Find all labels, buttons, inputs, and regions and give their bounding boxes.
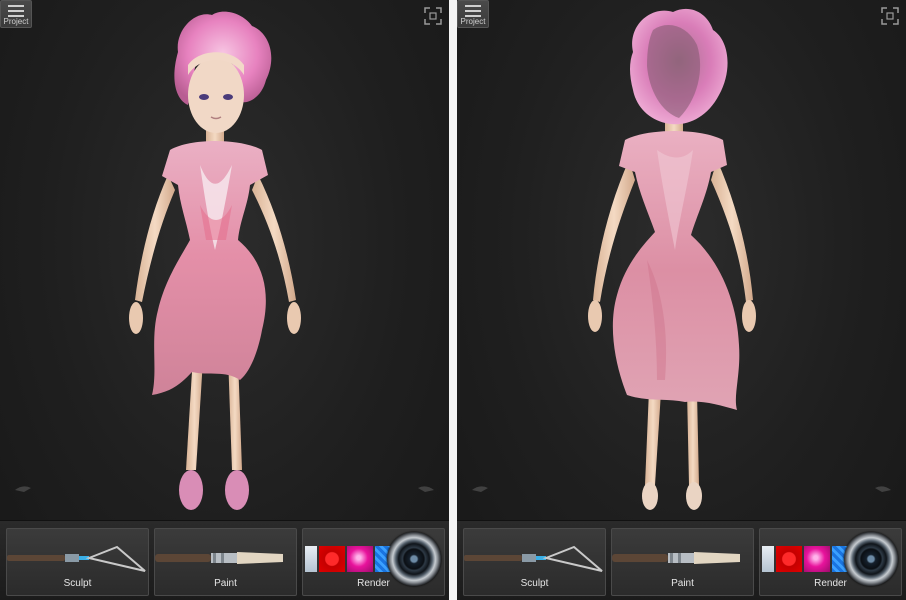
sculpt-label: Sculpt [63,578,92,589]
character-model-front [129,11,301,510]
fit-to-screen-icon[interactable] [424,7,442,25]
sculpt-button[interactable]: Sculpt [463,528,606,596]
character-model-back [588,8,756,510]
paint-button[interactable]: Paint [154,528,297,596]
project-menu-button[interactable]: Project [0,0,32,28]
render-material-swatches [762,546,852,572]
render-label: Render [357,578,390,589]
render-button[interactable]: Render [759,528,902,596]
rotate-right-hint-icon [875,486,891,492]
render-material-swatches [305,546,395,572]
project-menu-button[interactable]: Project [457,0,489,28]
hamburger-menu-icon [463,4,483,18]
paint-label: Paint [214,578,237,589]
sculpt-label: Sculpt [520,578,549,589]
3d-model-viewport[interactable] [0,0,449,520]
paint-brush-icon [155,552,283,564]
bottom-toolbar: Sculpt Paint Render [457,520,906,600]
bottom-toolbar: Sculpt Paint Render [0,520,449,600]
render-label: Render [814,578,847,589]
project-menu-label: Project [3,17,29,26]
sculpt-tool-icon [7,545,146,572]
rotate-left-hint-icon [472,486,488,492]
right-screen-back-view: Project Sculpt Paint Render [457,0,906,600]
rotate-right-hint-icon [418,486,434,492]
paint-button[interactable]: Paint [611,528,754,596]
paint-label: Paint [671,578,694,589]
rotate-left-hint-icon [15,486,31,492]
paint-brush-icon [612,552,740,564]
fit-to-screen-icon[interactable] [881,7,899,25]
render-button[interactable]: Render [302,528,445,596]
hamburger-menu-icon [6,4,26,18]
project-menu-label: Project [460,17,486,26]
sculpt-tool-icon [464,545,603,572]
left-screen-front-view: Project Sculpt Paint Render [0,0,449,600]
3d-model-viewport[interactable] [457,0,906,520]
sculpt-button[interactable]: Sculpt [6,528,149,596]
